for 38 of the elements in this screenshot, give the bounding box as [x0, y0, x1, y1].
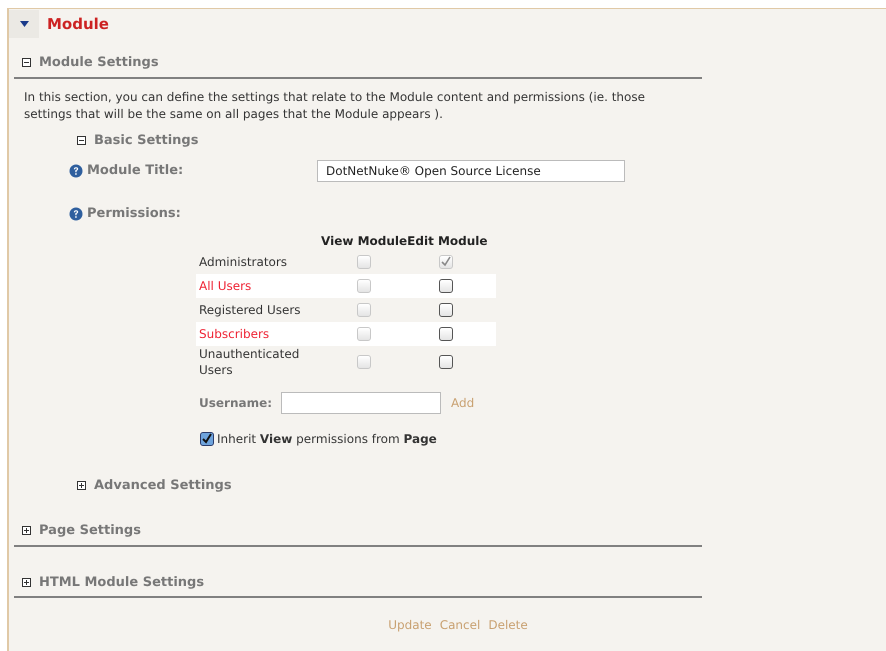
- role-name: Unauthenticated Users: [198, 346, 300, 378]
- action-link[interactable]: Cancel: [440, 616, 480, 634]
- username-field[interactable]: [281, 392, 441, 414]
- help-icon[interactable]: [69, 206, 83, 221]
- triangle-icon: [20, 21, 28, 27]
- column-header: Edit Module: [407, 232, 488, 250]
- section-title[interactable]: Advanced Settings: [94, 476, 232, 495]
- expand-icon[interactable]: [77, 480, 86, 490]
- section-title[interactable]: Basic Settings: [94, 130, 198, 150]
- page-title: Module: [47, 14, 109, 35]
- action-link[interactable]: Delete: [488, 616, 528, 634]
- add-link[interactable]: Add: [451, 394, 474, 412]
- expand-icon[interactable]: [22, 578, 31, 587]
- collapse-icon[interactable]: [22, 58, 31, 68]
- role-name: Administrators: [198, 254, 288, 270]
- section-title[interactable]: HTML Module Settings: [39, 572, 204, 592]
- checkbox[interactable]: [439, 354, 453, 368]
- role-name: Registered Users: [198, 302, 302, 318]
- action-link[interactable]: Update: [388, 616, 432, 634]
- inherit-checkbox[interactable]: [200, 432, 214, 446]
- section-title[interactable]: Page Settings: [39, 521, 141, 540]
- section-title[interactable]: Module Settings: [39, 53, 159, 72]
- role-name: Subscribers: [198, 326, 270, 342]
- collapse-icon[interactable]: [77, 136, 86, 145]
- role-name: All Users: [198, 278, 252, 294]
- checkbox[interactable]: [439, 302, 453, 316]
- collapse-toggle[interactable]: [9, 10, 39, 38]
- field-label: Username:: [198, 394, 274, 412]
- column-header: View Module: [321, 232, 408, 250]
- field-label: Module Title:: [87, 162, 184, 180]
- help-icon[interactable]: [69, 164, 83, 178]
- expand-icon[interactable]: [22, 526, 31, 536]
- module-title-field[interactable]: DotNetNuke® Open Source License: [317, 160, 625, 182]
- checkbox[interactable]: [439, 278, 453, 292]
- inherit-label: Inherit View permissions from Page: [217, 430, 437, 448]
- section-description: In this section, you can define the settings that relate to the Module content and permissions (ie. those settings that will be the same on all pages that the Module appears ).: [23, 88, 646, 122]
- field-label: Permissions:: [87, 205, 181, 223]
- checkbox[interactable]: [439, 326, 453, 340]
